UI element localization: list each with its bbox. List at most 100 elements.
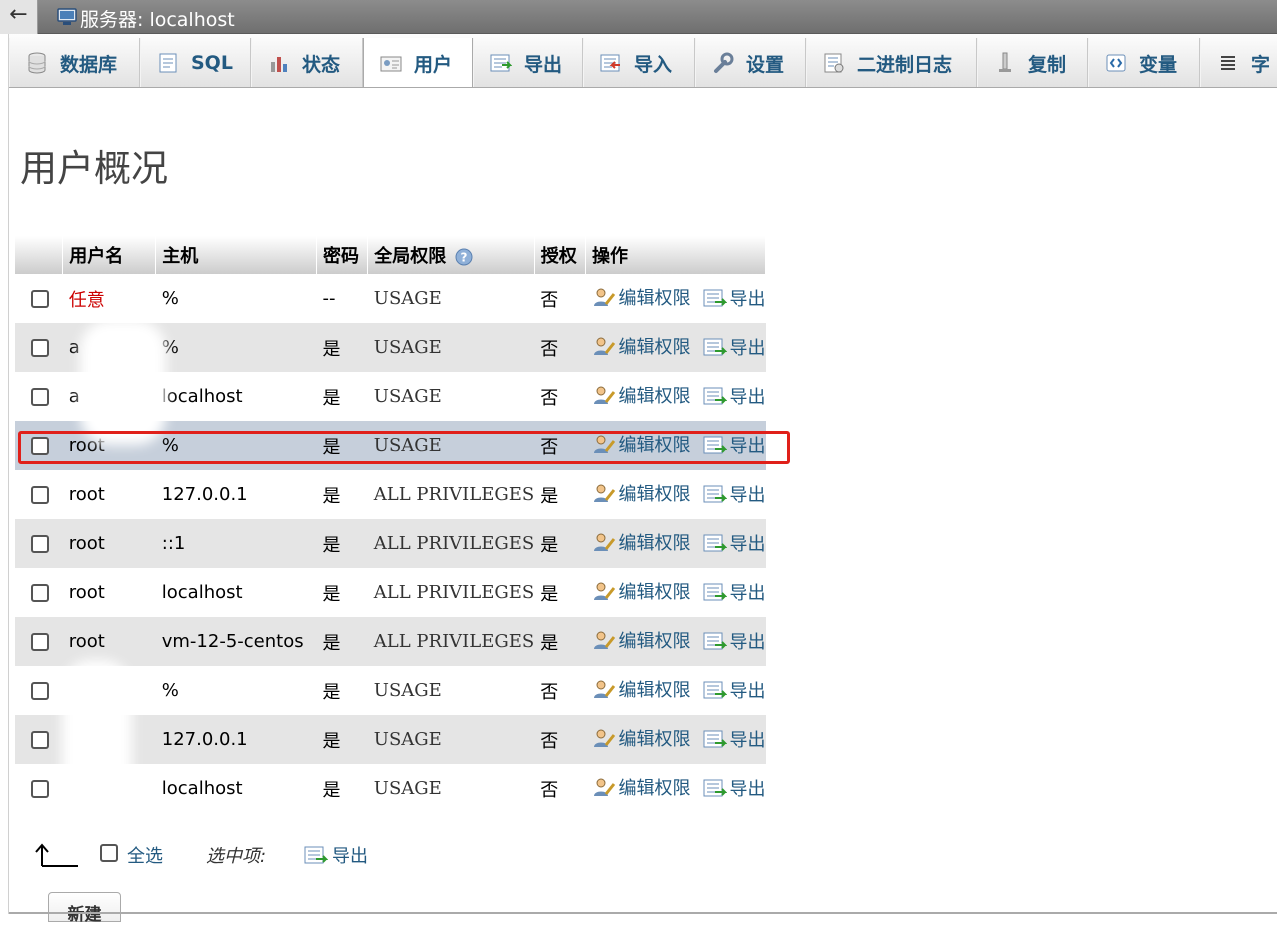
edit-privileges-label: 编辑权限: [618, 778, 691, 799]
edit-privileges-link[interactable]: 编辑权限: [592, 333, 691, 359]
header-host[interactable]: 主机: [155, 236, 318, 274]
row-checkbox[interactable]: [31, 388, 49, 406]
left-frame-edge: [0, 34, 9, 914]
redaction-blur: [62, 660, 132, 810]
export-link[interactable]: 导出: [703, 775, 766, 801]
edit-privileges-link[interactable]: 编辑权限: [592, 676, 691, 702]
grant-cell: 否: [534, 274, 586, 323]
export-link[interactable]: 导出: [703, 481, 766, 507]
row-checkbox[interactable]: [31, 584, 49, 602]
row-checkbox[interactable]: [31, 633, 49, 651]
row-checkbox-cell: [15, 764, 63, 813]
export-link[interactable]: 导出: [703, 726, 766, 752]
export-link[interactable]: 导出: [703, 285, 766, 311]
back-button[interactable]: ←: [0, 0, 38, 34]
grant-cell: 否: [534, 666, 586, 715]
page-title: 用户概况: [20, 147, 168, 190]
row-checkbox[interactable]: [31, 780, 49, 798]
tab-charsets[interactable]: 字: [1200, 38, 1277, 87]
row-checkbox-cell: [15, 715, 63, 764]
export-link[interactable]: 导出: [703, 628, 766, 654]
with-selected-label: 选中项:: [206, 846, 267, 867]
export-icon: [703, 632, 727, 650]
row-checkbox-cell: [15, 470, 63, 519]
window-title: 服务器: localhost: [80, 9, 235, 31]
help-icon[interactable]: ?: [454, 247, 474, 267]
edit-privileges-link[interactable]: 编辑权限: [592, 578, 691, 604]
bulk-export-link[interactable]: 导出: [304, 842, 368, 868]
row-checkbox[interactable]: [31, 682, 49, 700]
username: a: [68, 386, 80, 407]
row-checkbox[interactable]: [31, 290, 49, 308]
table-row[interactable]: root localhost 是 ALL PRIVILEGES 是编辑权限 导出: [15, 568, 766, 617]
edit-privileges-link[interactable]: 编辑权限: [592, 725, 691, 751]
import-icon: [600, 52, 622, 74]
tab-label: 设置: [746, 53, 785, 76]
host-cell: 127.0.0.1: [155, 470, 317, 519]
bulk-action-bar: 全选 选中项: 导出: [30, 836, 530, 872]
row-checkbox[interactable]: [31, 731, 49, 749]
username-cell: root: [62, 568, 156, 617]
tab-label: 状态: [302, 53, 341, 76]
password-cell: 是: [316, 470, 368, 519]
action-cell: 编辑权限 导出: [585, 666, 766, 715]
select-all-checkbox[interactable]: [100, 844, 118, 862]
username-cell: root: [62, 519, 156, 568]
tab-users[interactable]: 用户: [363, 38, 473, 87]
username: root: [68, 533, 105, 554]
username-cell: root: [62, 617, 156, 666]
charset-icon: [1217, 52, 1239, 74]
edit-privileges-label: 编辑权限: [618, 729, 691, 750]
edit-privileges-label: 编辑权限: [618, 288, 691, 309]
table-row[interactable]: 任意% -- USAGE 否 编辑权限 导出: [15, 274, 766, 323]
export-label: 导出: [729, 583, 766, 604]
new-user-section-tab[interactable]: 新建: [48, 892, 121, 925]
bulk-export-label: 导出: [332, 846, 368, 867]
tab-binary-log[interactable]: 二进制日志: [806, 38, 977, 87]
table-row[interactable]: root vm-12-5-centos 是 ALL PRIVILEGES 是编辑权限 导出: [15, 617, 766, 666]
privileges-cell: USAGE: [367, 323, 535, 372]
tab-status[interactable]: 状态: [251, 38, 363, 87]
export-link[interactable]: 导出: [703, 334, 766, 360]
table-row[interactable]: root 127.0.0.1 是 ALL PRIVILEGES 是编辑权限 导出: [15, 470, 766, 519]
export-icon: [703, 485, 727, 503]
tab-sql[interactable]: SQL: [140, 38, 251, 87]
tab-replication[interactable]: 复制: [977, 38, 1088, 87]
table-row[interactable]: root::1 是 ALL PRIVILEGES 是编辑权限 导出: [15, 519, 766, 568]
export-icon: [703, 583, 727, 601]
export-link[interactable]: 导出: [703, 530, 766, 556]
users-icon: [380, 53, 402, 75]
edit-privileges-link[interactable]: 编辑权限: [592, 480, 691, 506]
tab-import[interactable]: 导入: [583, 38, 695, 87]
row-checkbox-cell: [15, 274, 63, 323]
variables-icon: [1105, 52, 1127, 74]
tab-databases[interactable]: 数据库: [9, 38, 140, 87]
header-username[interactable]: 用户名: [62, 236, 157, 274]
tab-label: 导出: [524, 53, 563, 76]
export-link[interactable]: 导出: [703, 677, 766, 703]
select-all-label[interactable]: 全选: [127, 842, 163, 868]
row-checkbox[interactable]: [31, 486, 49, 504]
edit-privileges-label: 编辑权限: [618, 484, 691, 505]
edit-privileges-link[interactable]: 编辑权限: [592, 382, 691, 408]
tab-export[interactable]: 导出: [473, 38, 583, 87]
header-password: 密码: [316, 236, 369, 274]
edit-privileges-link[interactable]: 编辑权限: [592, 284, 691, 310]
username: a: [68, 337, 80, 358]
edit-privileges-link[interactable]: 编辑权限: [592, 529, 691, 555]
privileges-cell: USAGE: [367, 715, 535, 764]
export-link[interactable]: 导出: [703, 579, 766, 605]
tab-settings[interactable]: 设置: [695, 38, 806, 87]
server-icon: [57, 8, 77, 25]
edit-privileges-link[interactable]: 编辑权限: [592, 627, 691, 653]
row-checkbox-cell: [15, 519, 63, 568]
edit-privileges-link[interactable]: 编辑权限: [592, 774, 691, 800]
export-icon: [490, 52, 512, 74]
host-cell: localhost: [155, 568, 317, 617]
row-checkbox[interactable]: [31, 535, 49, 553]
password-cell: 是: [316, 666, 368, 715]
edit-privileges-icon: [593, 533, 615, 551]
tab-variables[interactable]: 变量: [1088, 38, 1200, 87]
row-checkbox[interactable]: [31, 339, 49, 357]
export-link[interactable]: 导出: [703, 383, 766, 409]
